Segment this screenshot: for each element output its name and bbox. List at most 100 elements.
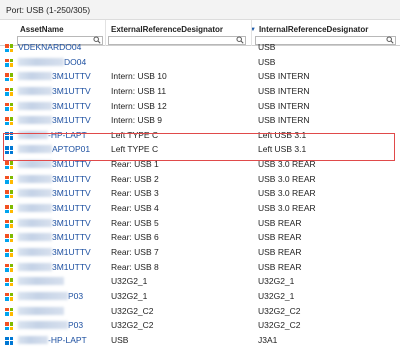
- windows-xp-icon: [5, 73, 13, 82]
- redacted-text: [18, 335, 48, 344]
- redacted-text: [18, 189, 52, 198]
- asset-name-cell[interactable]: -HP-LAPT: [18, 130, 102, 141]
- table-row[interactable]: 3M1UTTV Rear: USB 4 USB 3.0 REAR: [0, 201, 400, 216]
- internal-ref-cell: USB 3.0 REAR: [258, 188, 316, 199]
- external-ref-cell: Rear: USB 5: [111, 217, 159, 228]
- asset-name-link[interactable]: 3M1UTTV: [52, 218, 91, 228]
- asset-name-cell[interactable]: 3M1UTTV: [18, 86, 102, 97]
- asset-name-cell[interactable]: VDEKNARDO04: [18, 42, 102, 53]
- asset-name-link[interactable]: 3M1UTTV: [52, 115, 91, 125]
- asset-name-link[interactable]: DO04: [64, 57, 86, 67]
- asset-name-link[interactable]: 3M1UTTV: [52, 203, 91, 213]
- table-row[interactable]: 3M1UTTV Intern: USB 12 USB INTERN: [0, 99, 400, 114]
- asset-name-cell[interactable]: 3M1UTTV: [18, 174, 102, 185]
- asset-name-link[interactable]: 3M1UTTV: [52, 86, 91, 96]
- internal-ref-cell: J3A1: [258, 334, 278, 345]
- asset-name-cell[interactable]: 3M1UTTV: [18, 159, 102, 170]
- redacted-text: [18, 101, 52, 110]
- asset-name-cell[interactable]: 3M1UTTV: [18, 188, 102, 199]
- internal-ref-cell: USB REAR: [258, 217, 302, 228]
- internal-ref-cell: USB 3.0 REAR: [258, 159, 316, 170]
- asset-name-cell[interactable]: [18, 306, 102, 317]
- table-row[interactable]: -HP-LAPT USB J3A1: [0, 333, 400, 347]
- external-ref-cell: Intern: USB 10: [111, 71, 167, 82]
- asset-name-link[interactable]: 3M1UTTV: [52, 232, 91, 242]
- redacted-text: [18, 204, 52, 213]
- asset-name-cell[interactable]: 3M1UTTV: [18, 218, 102, 229]
- redacted-text: [18, 291, 68, 300]
- table-row[interactable]: 3M1UTTV Rear: USB 3 USB 3.0 REAR: [0, 186, 400, 201]
- asset-name-cell[interactable]: 3M1UTTV: [18, 203, 102, 214]
- asset-name-link[interactable]: 3M1UTTV: [52, 101, 91, 111]
- internal-ref-cell: USB REAR: [258, 246, 302, 257]
- redacted-text: [18, 86, 52, 95]
- asset-name-link[interactable]: P03: [68, 320, 83, 330]
- table-row[interactable]: P03 U32G2_1 U32G2_1: [0, 289, 400, 304]
- redacted-text: [18, 160, 52, 169]
- windows-xp-icon: [5, 278, 13, 287]
- asset-name-cell[interactable]: 3M1UTTV: [18, 101, 102, 112]
- asset-name-cell[interactable]: -HP-LAPT: [18, 335, 102, 346]
- external-ref-cell: Rear: USB 4: [111, 203, 159, 214]
- table-row[interactable]: 3M1UTTV Rear: USB 7 USB REAR: [0, 245, 400, 260]
- asset-name-link[interactable]: P03: [68, 291, 83, 301]
- table-row[interactable]: VDEKNARDO04 USB: [0, 40, 400, 55]
- asset-name-cell[interactable]: [18, 276, 102, 287]
- asset-name-cell[interactable]: 3M1UTTV: [18, 247, 102, 258]
- asset-name-link[interactable]: 3M1UTTV: [52, 159, 91, 169]
- asset-name-cell[interactable]: 3M1UTTV: [18, 232, 102, 243]
- column-header-internal-ref[interactable]: ▼ InternalReferenceDesignator: [250, 25, 368, 34]
- column-header-asset-name[interactable]: AssetName: [20, 25, 64, 34]
- table-row[interactable]: 3M1UTTV Intern: USB 11 USB INTERN: [0, 84, 400, 99]
- asset-name-link[interactable]: 3M1UTTV: [52, 71, 91, 81]
- table-row[interactable]: DO04 USB: [0, 55, 400, 70]
- external-ref-cell: USB: [111, 334, 129, 345]
- asset-name-link[interactable]: 3M1UTTV: [52, 247, 91, 257]
- grid-body: VDEKNARDO04 USB DO04 USB 3M1UTTV Intern: USB …: [0, 40, 400, 347]
- redacted-text: [18, 218, 52, 227]
- asset-name-cell[interactable]: 3M1UTTV: [18, 262, 102, 273]
- table-row[interactable]: 3M1UTTV Rear: USB 2 USB 3.0 REAR: [0, 172, 400, 187]
- asset-name-cell[interactable]: APTOP01: [18, 144, 102, 155]
- panel-titlebar: Port: USB (1-250/305): [0, 0, 400, 20]
- asset-name-cell[interactable]: 3M1UTTV: [18, 71, 102, 82]
- column-header-external-ref[interactable]: ExternalReferenceDesignator: [111, 25, 223, 34]
- asset-name-cell[interactable]: 3M1UTTV: [18, 115, 102, 126]
- asset-name-cell[interactable]: P03: [18, 291, 102, 302]
- asset-name-link[interactable]: APTOP01: [52, 144, 90, 154]
- asset-name-link[interactable]: VDEKNARDO04: [18, 42, 81, 52]
- external-ref-cell: Left TYPE C: [111, 129, 159, 140]
- asset-name-link[interactable]: 3M1UTTV: [52, 188, 91, 198]
- table-row[interactable]: P03 U32G2_C2 U32G2_C2: [0, 318, 400, 333]
- asset-name-cell[interactable]: P03: [18, 320, 102, 331]
- table-row[interactable]: U32G2_C2 U32G2_C2: [0, 304, 400, 319]
- windows-xp-icon: [5, 307, 13, 316]
- redacted-text: [18, 145, 52, 154]
- external-ref-cell: U32G2_C2: [111, 320, 154, 331]
- redacted-text: [18, 247, 52, 256]
- table-row[interactable]: 3M1UTTV Intern: USB 10 USB INTERN: [0, 69, 400, 84]
- windows-10-icon: [5, 131, 13, 140]
- windows-xp-icon: [5, 87, 13, 96]
- table-row[interactable]: 3M1UTTV Rear: USB 6 USB REAR: [0, 230, 400, 245]
- asset-name-link[interactable]: 3M1UTTV: [52, 262, 91, 272]
- internal-ref-cell: USB REAR: [258, 261, 302, 272]
- asset-name-link[interactable]: -HP-LAPT: [48, 335, 87, 345]
- table-row[interactable]: 3M1UTTV Intern: USB 9 USB INTERN: [0, 113, 400, 128]
- external-ref-cell: Rear: USB 3: [111, 188, 159, 199]
- table-row[interactable]: U32G2_1 U32G2_1: [0, 274, 400, 289]
- external-ref-cell: U32G2_1: [111, 276, 148, 287]
- table-row[interactable]: 3M1UTTV Rear: USB 5 USB REAR: [0, 216, 400, 231]
- asset-name-link[interactable]: -HP-LAPT: [48, 130, 87, 140]
- table-row[interactable]: APTOP01 Left TYPE C Left USB 3.1: [0, 142, 400, 157]
- table-row[interactable]: 3M1UTTV Rear: USB 1 USB 3.0 REAR: [0, 157, 400, 172]
- windows-xp-icon: [5, 44, 13, 52]
- column-header-internal-ref-label: InternalReferenceDesignator: [258, 25, 369, 34]
- asset-name-link[interactable]: 3M1UTTV: [52, 174, 91, 184]
- asset-name-cell[interactable]: DO04: [18, 57, 102, 68]
- table-row[interactable]: 3M1UTTV Rear: USB 8 USB REAR: [0, 260, 400, 275]
- internal-ref-cell: USB: [258, 42, 276, 52]
- internal-ref-cell: U32G2_1: [258, 276, 295, 287]
- windows-xp-icon: [5, 102, 13, 111]
- table-row[interactable]: -HP-LAPT Left TYPE C Left USB 3.1: [0, 128, 400, 143]
